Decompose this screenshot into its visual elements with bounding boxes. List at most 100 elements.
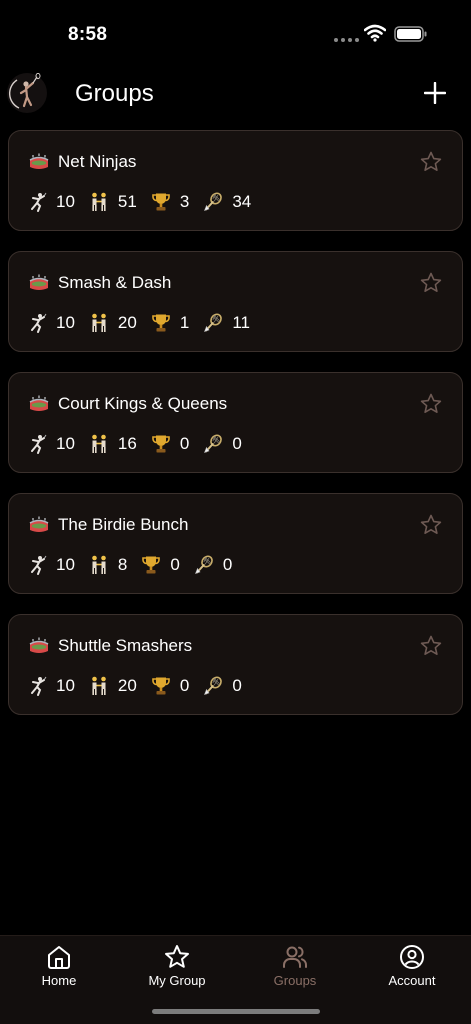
group-name: The Birdie Bunch xyxy=(58,515,189,534)
stat-trophies: 3 xyxy=(151,192,189,212)
nav-my-group-label: My Group xyxy=(148,973,206,988)
stat-trophies: 0 xyxy=(151,676,189,696)
stat-players: 10 xyxy=(29,676,75,696)
stat-members-value: 51 xyxy=(117,192,137,211)
group-name: Shuttle Smashers xyxy=(58,636,193,655)
favorite-star-icon[interactable] xyxy=(420,635,442,657)
stadium-icon xyxy=(29,153,49,169)
trophy-icon xyxy=(152,314,170,332)
stat-trophies-value: 0 xyxy=(179,434,190,453)
account-icon xyxy=(400,945,424,969)
badminton-player-icon xyxy=(31,192,47,212)
favorite-star-icon[interactable] xyxy=(420,514,442,536)
stadium-icon xyxy=(29,637,49,653)
group-stats: 10 16 0 0 xyxy=(29,433,256,455)
badminton-racket-icon xyxy=(204,192,223,211)
stat-matches: 0 xyxy=(203,676,242,696)
stat-players-value: 10 xyxy=(56,434,75,453)
group-name: Smash & Dash xyxy=(58,273,172,292)
badminton-racket-icon xyxy=(204,434,223,453)
group-card[interactable]: Court Kings & Queens 10 16 0 0 xyxy=(8,372,463,473)
stadium-icon xyxy=(29,516,49,532)
stat-trophies: 0 xyxy=(151,434,189,454)
group-name: Court Kings & Queens xyxy=(58,394,228,413)
people-holding-hands-icon xyxy=(92,192,106,211)
nav-groups[interactable]: Groups xyxy=(236,944,354,1000)
favorite-star-icon[interactable] xyxy=(420,393,442,415)
people-holding-hands-icon xyxy=(92,676,106,695)
stat-players-value: 10 xyxy=(56,192,75,211)
group-card-header: Shuttle Smashers xyxy=(29,635,192,657)
app-logo xyxy=(7,72,47,113)
people-holding-hands-icon xyxy=(92,555,106,574)
people-holding-hands-icon xyxy=(92,434,106,453)
status-bar: 8:58 xyxy=(0,0,471,64)
stat-matches-value: 11 xyxy=(232,313,250,332)
badminton-racket-icon xyxy=(204,676,223,695)
stat-players: 10 xyxy=(29,313,75,333)
home-icon xyxy=(48,946,70,969)
stat-trophies: 0 xyxy=(141,555,180,575)
badminton-racket-icon xyxy=(194,555,213,574)
group-card[interactable]: Shuttle Smashers 10 20 0 0 xyxy=(8,614,463,715)
nav-account[interactable]: Account xyxy=(353,944,471,1000)
stat-players: 10 xyxy=(29,555,75,575)
stat-members-value: 20 xyxy=(117,676,137,695)
stat-members-value: 8 xyxy=(117,555,128,574)
nav-groups-label: Groups xyxy=(273,973,317,988)
stat-trophies-value: 0 xyxy=(179,676,190,695)
group-card-header: Net Ninjas xyxy=(29,151,136,173)
stat-matches: 0 xyxy=(203,434,242,454)
stat-players-value: 10 xyxy=(56,676,75,695)
stat-matches-value: 0 xyxy=(222,555,233,574)
group-card-header: The Birdie Bunch xyxy=(29,514,188,536)
stat-members: 51 xyxy=(89,192,137,212)
stat-matches-value: 0 xyxy=(232,676,242,695)
badminton-racket-icon xyxy=(204,313,223,332)
group-stats: 10 51 3 34 xyxy=(29,191,265,213)
page-title: Groups xyxy=(75,80,154,107)
stat-matches-value: 0 xyxy=(232,434,242,453)
stat-players: 10 xyxy=(29,434,75,454)
group-card[interactable]: Net Ninjas 10 51 3 34 xyxy=(8,130,463,231)
battery-icon xyxy=(394,26,427,42)
people-holding-hands-icon xyxy=(92,313,106,332)
nav-home-label: Home xyxy=(41,973,77,988)
group-card[interactable]: The Birdie Bunch 10 8 0 0 xyxy=(8,493,463,594)
badminton-player-icon xyxy=(31,313,47,333)
stat-matches: 34 xyxy=(203,192,251,212)
add-group-button[interactable] xyxy=(420,78,450,108)
stadium-icon xyxy=(29,274,49,290)
trophy-icon xyxy=(152,435,170,453)
stat-members: 16 xyxy=(89,434,137,454)
trophy-icon xyxy=(142,556,161,574)
stat-trophies-value: 3 xyxy=(179,192,190,211)
screen: 8:58 Groups Net Ninjas 10 51 3 34 Smash … xyxy=(0,0,471,1024)
badminton-player-icon xyxy=(31,676,47,696)
favorite-star-icon[interactable] xyxy=(420,151,442,173)
group-card-header: Smash & Dash xyxy=(29,272,171,294)
plus-icon xyxy=(424,82,446,104)
stat-matches: 0 xyxy=(194,555,232,575)
trophy-icon xyxy=(152,677,170,695)
stat-trophies: 1 xyxy=(151,313,189,333)
group-stats: 10 20 1 11 xyxy=(29,312,264,334)
stat-members-value: 20 xyxy=(117,313,137,332)
wifi-icon xyxy=(364,24,386,42)
nav-home[interactable]: Home xyxy=(0,944,118,1000)
stat-members-value: 16 xyxy=(117,434,137,453)
cellular-signal-icon xyxy=(334,38,359,42)
badminton-player-icon xyxy=(31,434,47,454)
stat-members: 8 xyxy=(89,555,127,575)
home-indicator xyxy=(152,1009,320,1014)
stat-matches: 11 xyxy=(203,313,250,333)
group-card[interactable]: Smash & Dash 10 20 1 11 xyxy=(8,251,463,352)
favorite-star-icon[interactable] xyxy=(420,272,442,294)
trophy-icon xyxy=(152,193,170,211)
star-icon xyxy=(165,945,189,968)
nav-my-group[interactable]: My Group xyxy=(118,944,236,1000)
stat-players-value: 10 xyxy=(56,555,75,574)
group-card-header: Court Kings & Queens xyxy=(29,393,227,415)
stat-members: 20 xyxy=(89,313,137,333)
group-stats: 10 20 0 0 xyxy=(29,675,256,697)
